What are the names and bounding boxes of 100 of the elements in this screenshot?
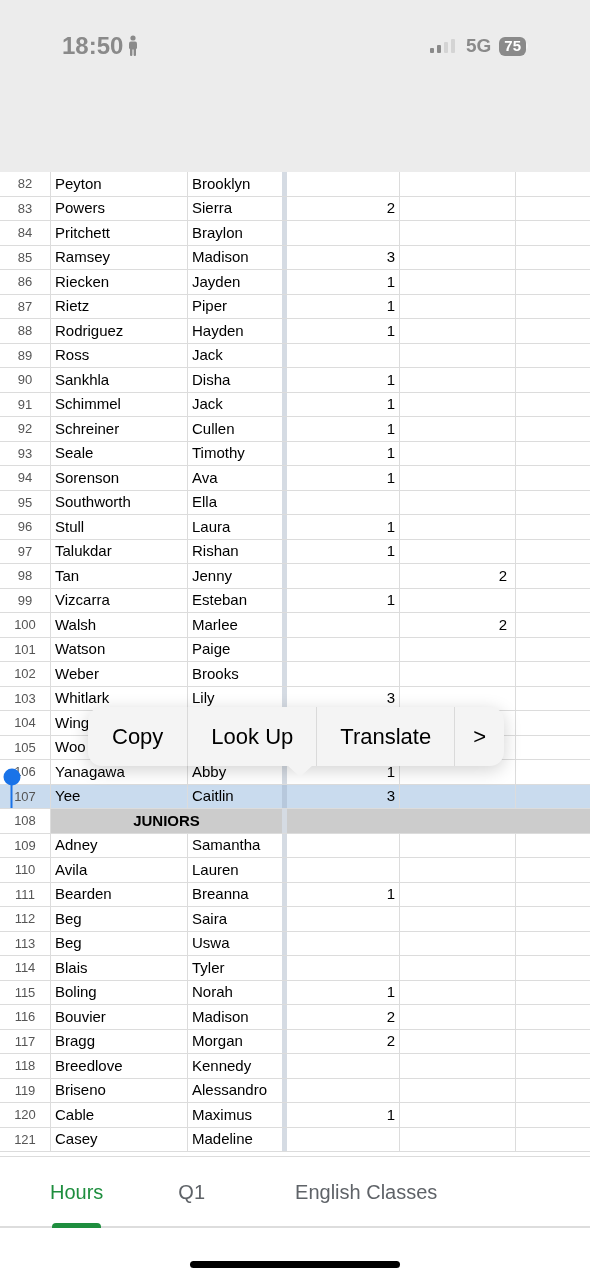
person-icon (127, 35, 140, 57)
table-cell-text: 1 (386, 394, 395, 414)
table-row[interactable]: 85 Ramsey Madison 3 (0, 245, 590, 270)
table-cell-text: 3 (386, 688, 395, 708)
table-row[interactable]: 95 Southworth Ella (0, 490, 590, 515)
table-cell-text: Beg (55, 908, 82, 929)
table-row[interactable]: 112 Beg Saira (0, 907, 590, 932)
table-row[interactable]: 111 Bearden Breanna 1 (0, 882, 590, 907)
table-row[interactable]: 93 Seale Timothy 1 (0, 441, 590, 466)
table-cell-text: 1 (386, 320, 395, 341)
table-row[interactable]: 113 Beg Uswa (0, 931, 590, 956)
table-row[interactable]: 82 Peyton Brooklyn (0, 172, 590, 197)
row-number: 104 (14, 714, 36, 732)
table-cell-text: Lauren (192, 859, 239, 880)
row-number: 88 (17, 322, 33, 340)
row-number: 107 (14, 787, 36, 806)
table-cell-text: Madison (192, 1006, 249, 1027)
table-row[interactable]: 101 Watson Paige (0, 637, 590, 662)
table-row[interactable]: 100 Walsh Marlee 2 (0, 613, 590, 638)
row-number: 85 (17, 248, 33, 267)
menu-item[interactable]: Copy (88, 707, 189, 766)
table-row[interactable]: 120 Cable Maximus 1 (0, 1103, 590, 1128)
table-cell-text: Jayden (192, 271, 241, 292)
table-row[interactable]: 91 Schimmel Jack 1 (0, 392, 590, 417)
row-number: 97 (17, 542, 33, 561)
table-cell-text: Pritchett (55, 222, 111, 243)
table-cell-text: Caitlin (192, 786, 234, 806)
table-cell-text: Vizcarra (55, 590, 110, 610)
row-number: 118 (14, 1057, 36, 1075)
selected-row[interactable]: 107 Yee Caitlin 3 (0, 784, 590, 809)
table-row[interactable]: 97 Talukdar Rishan 1 (0, 539, 590, 564)
table-cell-text: Whitlark (55, 688, 110, 708)
table-row[interactable]: 88 Rodriguez Hayden 1 (0, 319, 590, 344)
table-row[interactable]: 102 Weber Brooks (0, 662, 590, 687)
table-cell-text: 1 (386, 590, 395, 610)
table-row[interactable]: 99 Vizcarra Esteban 1 (0, 588, 590, 613)
table-row[interactable]: 115 Boling Norah 1 (0, 980, 590, 1005)
table-row[interactable]: 110 Avila Lauren (0, 858, 590, 883)
table-row[interactable]: 86 Riecken Jayden 1 (0, 270, 590, 295)
table-cell-text: Morgan (192, 1031, 243, 1051)
table-row[interactable]: 114 Blais Tyler (0, 956, 590, 981)
table-cell-text: Madeline (192, 1129, 253, 1149)
table-cell-text: Ramsey (55, 247, 110, 267)
table-cell-text: Stull (55, 516, 85, 537)
row-number: 117 (14, 1032, 36, 1051)
table-cell-text: Laura (192, 516, 231, 537)
sheet-tab[interactable]: Hours (50, 1157, 104, 1226)
table-row[interactable]: 89 Ross Jack (0, 343, 590, 368)
table-row[interactable]: 121 Casey Madeline (0, 1127, 590, 1152)
table-row[interactable]: 83 Powers Sierra 2 (0, 196, 590, 221)
table-cell-text: 1 (386, 1104, 395, 1125)
table-cell-text: 1 (386, 982, 395, 1002)
table-row[interactable]: 109 Adney Samantha (0, 833, 590, 858)
table-cell-text: Ross (55, 345, 90, 365)
table-cell-text: Talukdar (55, 541, 112, 561)
table-row[interactable]: 96 Stull Laura 1 (0, 515, 590, 540)
row-number: 93 (17, 444, 33, 463)
table-row[interactable]: 98 Tan Jenny 2 (0, 564, 590, 589)
table-cell-text: 2 (498, 614, 507, 635)
table-cell-text: Rietz (55, 296, 90, 316)
row-number: 83 (17, 199, 33, 218)
table-row[interactable]: 119 Briseno Alessandro (0, 1078, 590, 1103)
table-cell-text: Hayden (192, 320, 244, 341)
table-row[interactable]: 116 Bouvier Madison 2 (0, 1005, 590, 1030)
table-cell-text: 3 (386, 786, 395, 806)
menu-item[interactable]: Translate (317, 707, 456, 766)
row-number: 90 (17, 371, 33, 389)
table-cell-text: Schimmel (55, 394, 121, 414)
row-number: 121 (14, 1130, 36, 1149)
table-cell-text: Tan (55, 565, 80, 586)
table-row[interactable]: 117 Bragg Morgan 2 (0, 1029, 590, 1054)
row-number: 110 (14, 861, 36, 879)
table-cell-text: Brooks (192, 663, 239, 684)
table-row[interactable]: 87 Rietz Piper 1 (0, 294, 590, 319)
table-cell-text: 1 (386, 418, 395, 439)
table-cell-text: 2 (386, 198, 395, 218)
table-cell-text: Breanna (192, 884, 249, 904)
table-cell-text: 1 (386, 541, 395, 561)
table-cell-text: Weber (55, 663, 99, 684)
sheet-tab[interactable]: Q1 (178, 1157, 206, 1226)
table-cell-text: 1 (386, 884, 395, 904)
table-row[interactable]: 118 Breedlove Kennedy (0, 1054, 590, 1079)
table-cell-text: 2 (386, 1031, 395, 1051)
table-cell-text: Disha (192, 369, 231, 390)
table-row[interactable]: 92 Schreiner Cullen 1 (0, 417, 590, 442)
row-number: 113 (14, 934, 36, 953)
row-number: 105 (14, 738, 36, 757)
table-row[interactable]: 84 Pritchett Braylon (0, 221, 590, 246)
table-cell-text: Breedlove (55, 1055, 123, 1076)
row-number: 101 (14, 640, 36, 659)
row-number: 91 (17, 395, 33, 414)
row-number: 114 (14, 959, 36, 977)
table-cell-text: Adney (55, 835, 98, 855)
table-cell-text: Blais (55, 957, 88, 978)
sheet-tab[interactable]: English Classes (295, 1157, 438, 1226)
table-row[interactable]: 90 Sankhla Disha 1 (0, 368, 590, 393)
table-cell-text: Lily (192, 688, 215, 708)
table-row[interactable]: 94 Sorenson Ava 1 (0, 466, 590, 491)
table-cell-text: 1 (386, 369, 395, 390)
table-cell-text: Sorenson (55, 467, 120, 488)
